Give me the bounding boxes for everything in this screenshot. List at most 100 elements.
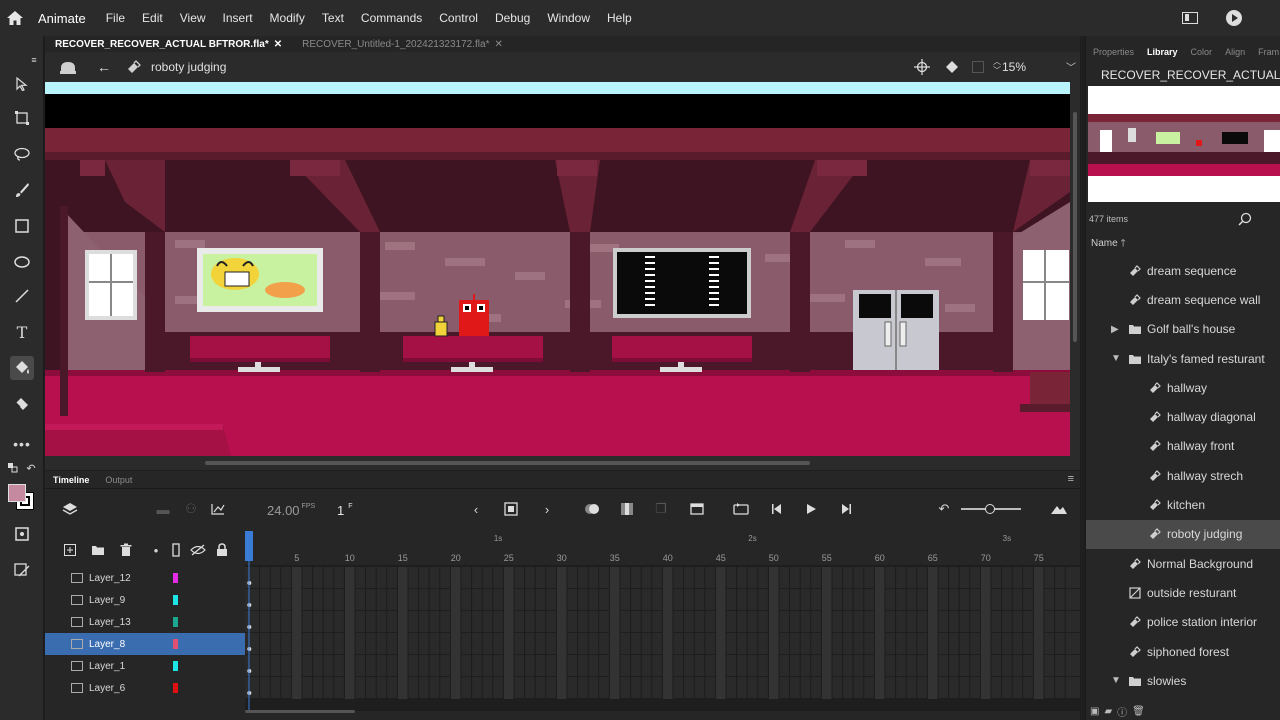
rectangle-tool-icon[interactable]: [10, 214, 34, 238]
stage-horizontal-scrollbar[interactable]: [45, 456, 1080, 470]
chevron-right-icon[interactable]: ›: [537, 499, 557, 519]
menu-help[interactable]: Help: [607, 11, 632, 25]
library-item[interactable]: Normal Background: [1086, 549, 1280, 578]
menu-file[interactable]: File: [106, 11, 125, 25]
home-icon[interactable]: [0, 0, 30, 36]
text-tool-icon[interactable]: T: [10, 320, 34, 344]
step-forward-icon[interactable]: [836, 499, 856, 519]
panel-menu-icon[interactable]: ≡: [30, 48, 38, 72]
delete-icon[interactable]: 🗑: [1132, 706, 1145, 717]
lasso-tool-icon[interactable]: [10, 142, 34, 166]
edit-multiple-frames-icon[interactable]: ❐: [651, 499, 671, 519]
menu-edit[interactable]: Edit: [142, 11, 163, 25]
play-icon[interactable]: [801, 499, 821, 519]
search-icon[interactable]: [1238, 212, 1252, 226]
new-layer-icon[interactable]: [60, 540, 80, 560]
brush-tool-icon[interactable]: [10, 178, 34, 202]
tab-output[interactable]: Output: [97, 475, 140, 485]
library-item[interactable]: siphoned forest: [1086, 637, 1280, 666]
layer-outline-color[interactable]: [173, 573, 178, 583]
menu-commands[interactable]: Commands: [361, 11, 422, 25]
tab-library[interactable]: Library: [1147, 47, 1178, 57]
frame-grid[interactable]: 5 10 15 20 25 30 35 40 45 50 55 60 65 70 75 1s 2s 3s: [245, 531, 1080, 711]
menu-modify[interactable]: Modify: [270, 11, 305, 25]
menu-window[interactable]: Window: [547, 11, 590, 25]
tab-timeline[interactable]: Timeline: [45, 475, 97, 485]
layer-outline-color[interactable]: [173, 639, 178, 649]
selection-tool-icon[interactable]: [10, 72, 34, 96]
tab-align[interactable]: Align: [1225, 47, 1245, 57]
fps-display[interactable]: 24.00 FPS: [267, 503, 315, 518]
layer-row[interactable]: Layer_9: [45, 589, 245, 611]
eye-hidden-icon[interactable]: [188, 540, 208, 560]
new-folder-icon[interactable]: ▰: [1104, 706, 1112, 717]
chevron-down-icon[interactable]: ▼: [1111, 675, 1121, 686]
doc-tab-inactive[interactable]: RECOVER_Untitled-1_202421323172.fla* ✕: [292, 39, 513, 50]
layer-outline-color[interactable]: [173, 661, 178, 671]
stage-vertical-scrollbar[interactable]: [1070, 82, 1080, 456]
trash-icon[interactable]: [116, 540, 136, 560]
scrollbar-thumb[interactable]: [245, 710, 355, 713]
layer-row[interactable]: Layer_1: [45, 655, 245, 677]
line-tool-icon[interactable]: [10, 284, 34, 308]
library-folder[interactable]: ▼ slowies: [1086, 666, 1280, 695]
more-tools-icon[interactable]: •••: [10, 432, 34, 456]
library-item[interactable]: dream sequence wall: [1086, 285, 1280, 314]
new-symbol-icon[interactable]: ▣: [1090, 706, 1099, 717]
library-item[interactable]: hallway diagonal: [1086, 402, 1280, 431]
test-movie-icon[interactable]: [1226, 10, 1242, 26]
close-icon[interactable]: ✕: [274, 39, 282, 50]
frame-zoom-slider[interactable]: [961, 504, 1021, 514]
properties-icon[interactable]: ⓘ: [1117, 704, 1127, 719]
eraser-tool-icon[interactable]: [10, 392, 34, 416]
undo-arrow-icon[interactable]: ↶: [934, 499, 954, 519]
library-folder[interactable]: ▶ Golf ball's house: [1086, 315, 1280, 344]
clip-stage-icon[interactable]: [972, 61, 984, 73]
library-item[interactable]: kitchen: [1086, 490, 1280, 519]
library-item[interactable]: hallway: [1086, 373, 1280, 402]
back-arrow-icon[interactable]: ←: [97, 59, 111, 75]
highlight-dot-icon[interactable]: ●: [146, 540, 166, 560]
layer-row-selected[interactable]: Layer_8: [45, 633, 245, 655]
layer-outline-color[interactable]: [173, 595, 178, 605]
reset-colors-icon[interactable]: ↶: [24, 462, 38, 475]
current-frame-display[interactable]: 1F: [337, 503, 353, 518]
folder-icon[interactable]: [88, 540, 108, 560]
lock-icon[interactable]: [212, 540, 232, 560]
menu-view[interactable]: View: [180, 11, 206, 25]
scrollbar-thumb[interactable]: [1073, 112, 1077, 342]
menu-control[interactable]: Control: [439, 11, 478, 25]
library-folder[interactable]: ▼ Italy's famed resturant: [1086, 344, 1280, 373]
onion-outline-icon[interactable]: [617, 499, 637, 519]
library-item[interactable]: hallway strech: [1086, 461, 1280, 490]
graph-icon[interactable]: [208, 499, 228, 519]
layers-icon[interactable]: [60, 499, 80, 519]
step-back-icon[interactable]: [767, 499, 787, 519]
tab-color[interactable]: Color: [1191, 47, 1213, 57]
tab-properties[interactable]: Properties: [1093, 47, 1134, 57]
layer-row[interactable]: Layer_12: [45, 567, 245, 589]
object-drawing-icon[interactable]: [10, 522, 34, 546]
snap-icon[interactable]: [10, 558, 34, 582]
menu-debug[interactable]: Debug: [495, 11, 530, 25]
insert-keyframe-icon[interactable]: [501, 499, 521, 519]
workspace-layout-icon[interactable]: [1182, 12, 1198, 24]
chevron-right-icon[interactable]: ▶: [1111, 324, 1121, 335]
edit-symbols-icon[interactable]: [944, 59, 960, 75]
menu-text[interactable]: Text: [322, 11, 344, 25]
center-stage-icon[interactable]: [914, 59, 930, 75]
layer-row[interactable]: Layer_6: [45, 677, 245, 699]
tab-frame[interactable]: Fram: [1258, 47, 1279, 57]
library-document-title[interactable]: RECOVER_RECOVER_ACTUAL ...: [1101, 68, 1280, 82]
library-item-selected[interactable]: roboty judging: [1086, 519, 1280, 549]
playhead[interactable]: [245, 531, 253, 561]
timeline-horizontal-scrollbar[interactable]: [245, 709, 1080, 715]
scene-symbol-icon[interactable]: [59, 59, 77, 75]
create-tween-icon[interactable]: [687, 499, 707, 519]
chevron-down-icon[interactable]: ﹀: [1066, 59, 1076, 74]
stage-canvas[interactable]: [45, 82, 1070, 456]
swap-colors-icon[interactable]: [6, 462, 20, 474]
chevron-left-icon[interactable]: ‹: [466, 499, 486, 519]
doc-tab-active[interactable]: RECOVER_RECOVER_ACTUAL BFTROR.fla* ✕: [45, 39, 292, 50]
chevron-down-icon[interactable]: ▼: [1111, 353, 1121, 364]
